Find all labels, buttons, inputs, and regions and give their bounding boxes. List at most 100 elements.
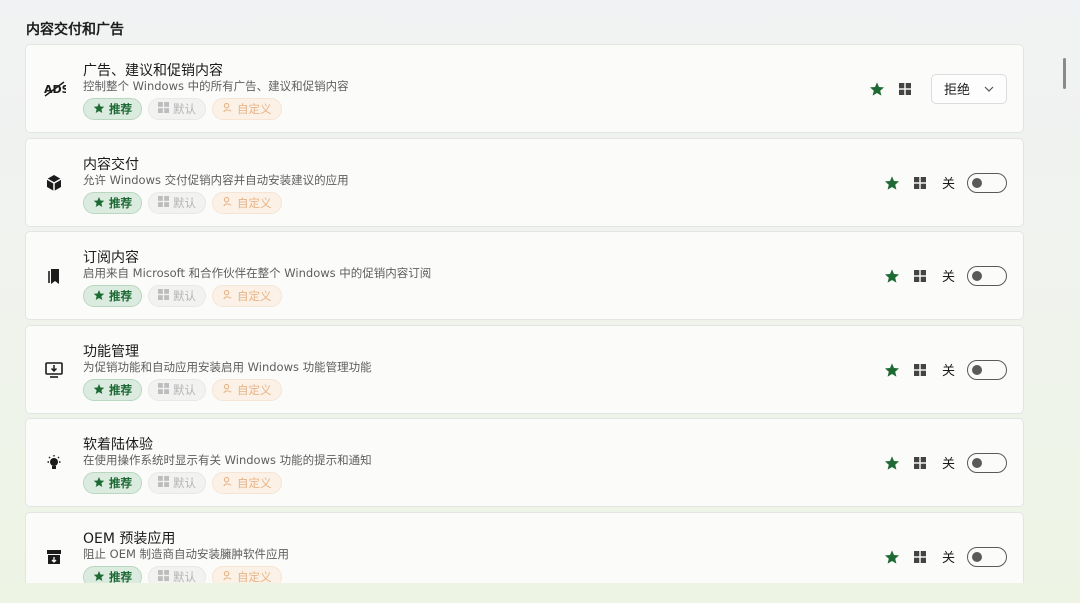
toggle-switch[interactable] — [967, 546, 1007, 567]
custom-chip[interactable]: 自定义 — [212, 285, 282, 307]
star-icon — [93, 196, 105, 211]
setting-description: 控制整个 Windows 中的所有广告、建议和促销内容 — [83, 79, 349, 93]
recommended-chip[interactable]: 推荐 — [83, 192, 142, 214]
bookmarks-icon — [44, 266, 64, 286]
default-chip[interactable]: 默认 — [148, 472, 206, 494]
setting-description: 为促销功能和自动应用安装启用 Windows 功能管理功能 — [83, 360, 372, 374]
windows-default-icon[interactable] — [912, 362, 928, 378]
chip-label: 自定义 — [237, 102, 272, 116]
setting-card-ads: ADS 广告、建议和促销内容 控制整个 Windows 中的所有广告、建议和促销… — [25, 44, 1024, 133]
ads-policy-dropdown[interactable]: 拒绝 — [931, 73, 1007, 104]
toggle-state-label: 关 — [941, 551, 955, 566]
custom-hand-icon — [222, 196, 233, 210]
setting-description: 在使用操作系统时显示有关 Windows 功能的提示和通知 — [83, 453, 372, 467]
toggle-switch[interactable] — [967, 359, 1007, 380]
custom-chip[interactable]: 自定义 — [212, 379, 282, 401]
custom-chip[interactable]: 自定义 — [212, 98, 282, 120]
chip-label: 默认 — [173, 102, 196, 116]
recommended-chip[interactable]: 推荐 — [83, 379, 142, 401]
chip-label: 推荐 — [109, 476, 132, 490]
custom-hand-icon — [222, 102, 233, 116]
default-chip[interactable]: 默认 — [148, 285, 206, 307]
windows-default-icon[interactable] — [912, 175, 928, 191]
recommended-chip[interactable]: 推荐 — [83, 98, 142, 120]
recommended-star-icon[interactable] — [884, 175, 900, 191]
toggle-knob — [972, 457, 982, 468]
recommended-star-icon[interactable] — [884, 455, 900, 471]
toggle-state-label: 关 — [941, 457, 955, 472]
windows-icon — [158, 476, 169, 490]
recommended-star-icon[interactable] — [884, 549, 900, 565]
ads-icon: ADS — [44, 79, 70, 99]
custom-chip[interactable]: 自定义 — [212, 192, 282, 214]
setting-title: OEM 预装应用 — [83, 531, 176, 547]
recommended-star-icon[interactable] — [869, 81, 885, 97]
chip-label: 推荐 — [109, 289, 132, 303]
chevron-down-icon — [984, 81, 994, 96]
recommended-star-icon[interactable] — [884, 268, 900, 284]
setting-card-soft-landing: 软着陆体验 在使用操作系统时显示有关 Windows 功能的提示和通知 推荐 默… — [25, 418, 1024, 507]
star-icon — [93, 289, 105, 304]
default-chip[interactable]: 默认 — [148, 98, 206, 120]
toggle-knob — [972, 177, 982, 188]
windows-default-icon[interactable] — [912, 549, 928, 565]
archive-icon — [44, 547, 64, 567]
recommended-chip[interactable]: 推荐 — [83, 472, 142, 494]
default-chip[interactable]: 默认 — [148, 379, 206, 401]
monitor-download-icon — [44, 360, 64, 380]
toggle-state-label: 关 — [941, 270, 955, 285]
toggle-knob — [972, 270, 982, 281]
custom-hand-icon — [222, 570, 233, 584]
windows-icon — [158, 289, 169, 303]
toggle-switch[interactable] — [967, 265, 1007, 286]
chip-label: 默认 — [173, 289, 196, 303]
setting-title: 订阅内容 — [83, 250, 139, 266]
section-title: 内容交付和广告 — [26, 22, 124, 38]
chip-label: 默认 — [173, 476, 196, 490]
setting-title: 软着陆体验 — [83, 437, 153, 453]
custom-hand-icon — [222, 383, 233, 397]
windows-icon — [158, 570, 169, 584]
chip-label: 默认 — [173, 196, 196, 210]
custom-hand-icon — [222, 289, 233, 303]
vertical-scrollbar[interactable] — [1063, 58, 1066, 89]
setting-card-feature-management: 功能管理 为促销功能和自动应用安装启用 Windows 功能管理功能 推荐 默认… — [25, 325, 1024, 414]
chip-label: 自定义 — [237, 196, 272, 210]
lightbulb-icon — [44, 453, 64, 473]
dropdown-value: 拒绝 — [944, 83, 971, 98]
windows-default-icon[interactable] — [912, 268, 928, 284]
star-icon — [93, 476, 105, 491]
setting-title: 功能管理 — [83, 344, 139, 360]
chip-label: 默认 — [173, 383, 196, 397]
default-chip[interactable]: 默认 — [148, 192, 206, 214]
toggle-knob — [972, 364, 982, 375]
setting-title: 内容交付 — [83, 157, 139, 173]
setting-card-content-delivery: 内容交付 允许 Windows 交付促销内容并自动安装建议的应用 推荐 默认 自… — [25, 138, 1024, 227]
chip-label: 自定义 — [237, 383, 272, 397]
toggle-switch[interactable] — [967, 172, 1007, 193]
windows-icon — [158, 102, 169, 116]
setting-description: 启用来自 Microsoft 和合作伙伴在整个 Windows 中的促销内容订阅 — [83, 266, 432, 280]
toggle-state-label: 关 — [941, 364, 955, 379]
chip-label: 推荐 — [109, 102, 132, 116]
toggle-switch[interactable] — [967, 452, 1007, 473]
recommended-star-icon[interactable] — [884, 362, 900, 378]
custom-chip[interactable]: 自定义 — [212, 472, 282, 494]
recommended-chip[interactable]: 推荐 — [83, 285, 142, 307]
custom-hand-icon — [222, 476, 233, 490]
setting-card-subscribed-content: 订阅内容 启用来自 Microsoft 和合作伙伴在整个 Windows 中的促… — [25, 231, 1024, 320]
toggle-knob — [972, 551, 982, 562]
setting-description: 允许 Windows 交付促销内容并自动安装建议的应用 — [83, 173, 349, 187]
toggle-state-label: 关 — [941, 177, 955, 192]
star-icon — [93, 102, 105, 117]
star-icon — [93, 383, 105, 398]
package-icon — [44, 173, 64, 193]
windows-default-icon[interactable] — [897, 81, 913, 97]
setting-title: 广告、建议和促销内容 — [83, 63, 223, 79]
chip-label: 推荐 — [109, 196, 132, 210]
setting-description: 阻止 OEM 制造商自动安装臃肿软件应用 — [83, 547, 290, 561]
windows-default-icon[interactable] — [912, 455, 928, 471]
chip-label: 自定义 — [237, 289, 272, 303]
chip-label: 自定义 — [237, 476, 272, 490]
chip-label: 推荐 — [109, 383, 132, 397]
